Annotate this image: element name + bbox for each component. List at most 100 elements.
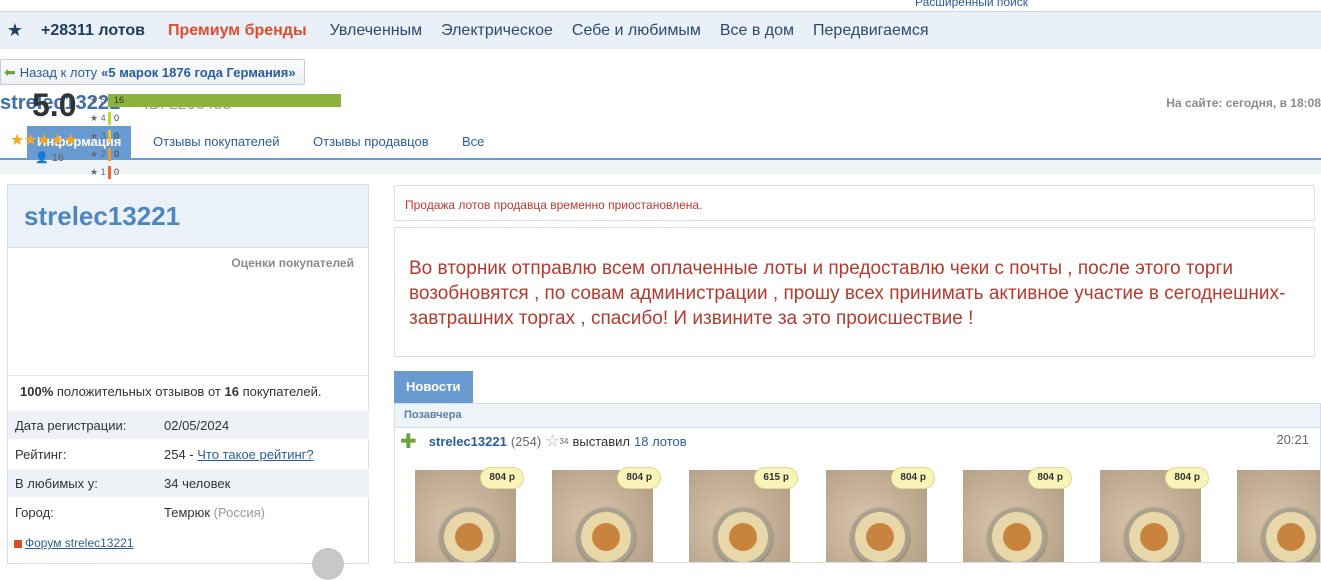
info-key: В любимых у: — [15, 475, 98, 491]
rating-value: 254 - — [164, 446, 194, 462]
rating-bar-label: ★ 5 — [90, 94, 106, 105]
news-entry: ✚ strelec13221 (254) ☆ 34 выставил 18 ло… — [395, 428, 1320, 454]
lot-price-badge: 804 р — [891, 467, 935, 489]
advanced-search-link[interactable]: Расширенный поиск — [915, 0, 1028, 9]
back-label: Назад к лоту — [19, 64, 98, 80]
nav-item-self[interactable]: Себе и любимым — [572, 22, 701, 40]
positive-summary: 100% положительных отзывов от 16 покупат… — [20, 384, 321, 399]
lot-thumbnail[interactable]: 804 р — [552, 467, 661, 562]
info-key: Город: — [15, 504, 54, 520]
scroll-top-button[interactable] — [312, 548, 344, 580]
lot-price-badge: 804 р — [1165, 467, 1209, 489]
score-value: 5.0 — [32, 87, 77, 123]
top-navigation: ★ +28311 лотов Премиум бренды Увлеченным… — [0, 11, 1321, 49]
info-value: 254 - Что такое рейтинг? — [164, 447, 314, 462]
city-value: Темрюк — [164, 504, 211, 520]
forum-icon — [14, 539, 22, 548]
info-value: Темрюк (Россия) — [164, 505, 265, 520]
positive-pct: 100% — [20, 384, 54, 399]
coin-image-icon — [1262, 508, 1320, 562]
coin-image-icon — [1125, 508, 1183, 562]
rating-bar-count: 0 — [114, 131, 120, 141]
lot-price-badge: 804 р — [1028, 467, 1072, 489]
info-key: Дата регистрации: — [15, 417, 127, 433]
back-lot-title: «5 марок 1876 года Германия» — [101, 64, 296, 80]
favorite-star-icon[interactable]: ☆ — [545, 431, 559, 451]
rating-bar-fill: 0 — [108, 129, 119, 143]
rating-bar-label: ★ 1 — [90, 166, 106, 177]
rating-bars: ★ 5 16 ★ 4 0 ★ 3 0 ★ 2 0 ★ 1 0 — [90, 91, 341, 181]
info-key: Рейтинг: — [15, 446, 67, 462]
news-fav-count: 34 — [559, 436, 569, 446]
info-row-registration: Дата регистрации: 02/05/2024 — [8, 410, 369, 439]
what-is-rating-link[interactable]: Что такое рейтинг? — [197, 447, 313, 462]
info-row-favorites: В любимых у: 34 человек — [8, 468, 369, 497]
tab-news[interactable]: Новости — [394, 371, 473, 403]
lot-price-badge: 804 р — [480, 467, 524, 489]
news-user-rating: (254) — [510, 433, 542, 449]
news-lots-link[interactable]: 18 лотов — [634, 434, 687, 449]
nav-premium-brands[interactable]: Премиум бренды — [168, 22, 307, 40]
news-day-label: Позавчера — [395, 404, 1320, 428]
rating-bar-fill: 0 — [108, 111, 119, 125]
rating-bar-label: ★ 4 — [90, 112, 106, 123]
lot-thumbnail[interactable]: 804 р — [826, 467, 935, 562]
rating-bar-4: ★ 4 0 — [90, 109, 341, 127]
positive-count: 16 — [224, 384, 239, 399]
coin-image-icon — [988, 508, 1046, 562]
coin-image-icon — [714, 508, 772, 562]
nav-item-hobby[interactable]: Увлеченным — [330, 22, 423, 40]
votes-count: 👤 16 — [35, 151, 64, 164]
rating-bar-count: 0 — [114, 167, 120, 177]
info-row-rating: Рейтинг: 254 - Что такое рейтинг? — [8, 439, 369, 468]
rating-bar-fill: 16 — [108, 93, 341, 107]
rating-bar-3: ★ 3 0 — [90, 127, 341, 145]
coin-image-icon — [851, 508, 909, 562]
profile-info-table: Дата регистрации: 02/05/2024 Рейтинг: 25… — [8, 410, 369, 526]
info-value: 34 человек — [164, 475, 231, 491]
positive-text: положительных отзывов от — [56, 384, 221, 399]
seller-message: Во вторник отправлю всем оплаченные лоты… — [394, 227, 1315, 357]
online-status: На сайте: сегодня, в 18:08 — [1166, 96, 1321, 110]
profile-card-header: strelec13221 — [8, 185, 368, 248]
rating-bar-count: 0 — [114, 113, 120, 123]
lot-thumbnails: 804 р 804 р 615 р 804 р 804 р 804 р — [415, 467, 1320, 562]
tab-all[interactable]: Все — [462, 126, 484, 158]
nav-item-transport[interactable]: Передвигаемся — [813, 22, 929, 40]
rating-bar-fill: 0 — [108, 165, 119, 179]
forum-link[interactable]: Форум strelec13221 — [14, 536, 134, 550]
back-arrow-icon: ⬅ — [4, 63, 16, 80]
ratings-block: Оценки покупателей — [8, 248, 368, 376]
profile-name: strelec13221 — [24, 201, 181, 231]
news-panel: Позавчера ✚ strelec13221 (254) ☆ 34 выст… — [394, 403, 1321, 563]
add-plus-icon: ✚ — [400, 430, 417, 453]
lot-thumbnail[interactable] — [1237, 470, 1320, 562]
rating-bar-label: ★ 3 — [90, 130, 106, 141]
rating-bar-count: 16 — [114, 95, 125, 105]
lot-thumbnail[interactable]: 804 р — [963, 467, 1072, 562]
rating-bar-label: ★ 2 — [90, 148, 106, 159]
suspension-notice: Продажа лотов продавца временно приостан… — [394, 185, 1315, 221]
back-to-lot-button[interactable]: ⬅ Назад к лоту «5 марок 1876 года Герман… — [0, 59, 305, 85]
favorites-star-icon[interactable]: ★ — [1, 20, 29, 41]
rating-bar-count: 0 — [114, 149, 120, 159]
lot-price-badge: 615 р — [754, 467, 798, 489]
country-value: (Россия) — [213, 504, 265, 520]
positive-tail: покупателей. — [242, 384, 322, 399]
news-time: 20:21 — [1276, 432, 1309, 447]
score-stars-icon: ★★★★★ — [10, 132, 78, 149]
nav-new-lots[interactable]: +28311 лотов — [41, 22, 145, 40]
coin-image-icon — [440, 508, 498, 562]
info-row-city: Город: Темрюк (Россия) — [8, 497, 369, 526]
votes-value: 16 — [51, 152, 65, 164]
person-icon: 👤 — [35, 152, 49, 164]
lot-thumbnail[interactable]: 804 р — [1100, 467, 1209, 562]
lot-price-badge: 804 р — [617, 467, 661, 489]
lot-thumbnail[interactable]: 804 р — [415, 467, 524, 562]
nav-item-home[interactable]: Все в дом — [720, 22, 794, 40]
news-user-link[interactable]: strelec13221 — [429, 434, 507, 449]
rating-bar-fill: 0 — [108, 147, 119, 161]
nav-item-electric[interactable]: Электрическое — [441, 22, 553, 40]
info-value: 02/05/2024 — [164, 417, 230, 433]
lot-thumbnail[interactable]: 615 р — [689, 467, 798, 562]
